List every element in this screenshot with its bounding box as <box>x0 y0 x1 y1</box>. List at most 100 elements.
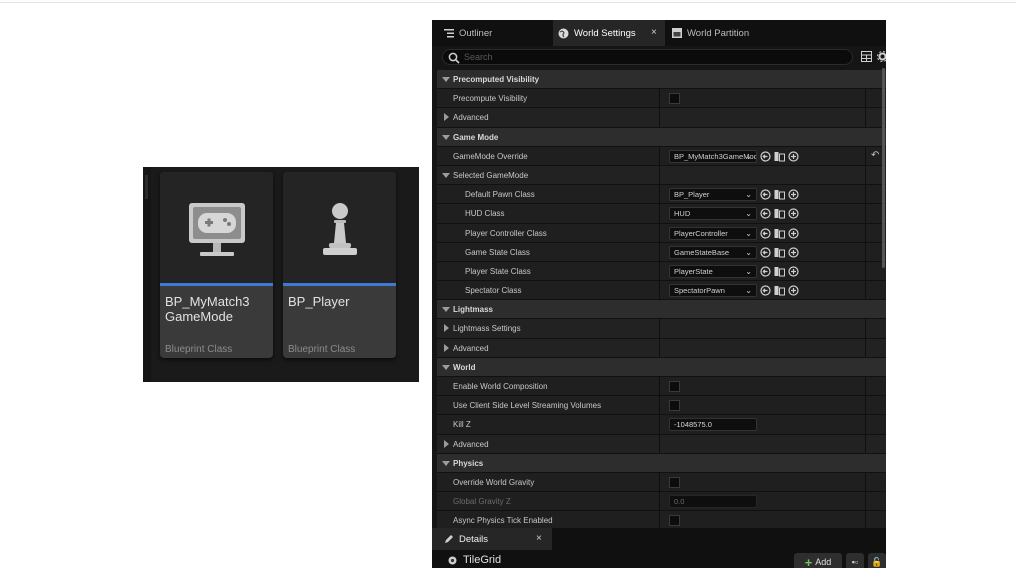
asset-type-bar <box>160 283 273 286</box>
property-default-pawn-class: Default Pawn Class BP_Player ⌄ <box>437 185 886 205</box>
add-new-icon[interactable] <box>788 247 799 258</box>
add-component-button[interactable]: + Add <box>794 553 842 568</box>
add-new-icon[interactable] <box>788 208 799 219</box>
add-new-icon[interactable] <box>788 151 799 162</box>
category-lightmass[interactable]: Lightmass <box>437 300 886 320</box>
asset-tile-bp-mymatch3-gamemode[interactable]: BP_MyMatch3 GameMode Blueprint Class <box>160 172 273 358</box>
tab-label: Outliner <box>459 27 493 39</box>
dropdown-value: SpectatorPawn <box>674 286 725 296</box>
expand-arrow-icon <box>444 324 449 333</box>
property-label: Kill Z <box>453 420 471 430</box>
search-input[interactable]: Search <box>442 49 853 65</box>
use-selected-icon[interactable] <box>760 227 771 239</box>
property-actions <box>760 227 799 240</box>
game-state-dropdown[interactable]: GameStateBase ⌄ <box>669 245 757 259</box>
hud-class-dropdown[interactable]: HUD ⌄ <box>669 207 757 221</box>
use-client-side-checkbox[interactable] <box>669 400 680 412</box>
browse-folder-icon[interactable] <box>774 247 785 258</box>
add-new-icon[interactable] <box>788 189 799 200</box>
chevron-down-icon: ⌄ <box>745 228 752 238</box>
property-global-gravity-z: Global Gravity Z 0.0 <box>437 492 886 512</box>
close-icon[interactable]: × <box>651 27 657 38</box>
player-state-dropdown[interactable]: PlayerState ⌄ <box>669 264 757 278</box>
use-selected-icon[interactable] <box>760 151 771 162</box>
add-new-icon[interactable] <box>788 227 799 239</box>
add-new-icon[interactable] <box>788 285 799 296</box>
blueprint-button[interactable]: ▪▫ <box>846 553 864 568</box>
use-selected-icon[interactable] <box>760 266 771 277</box>
property-label: Player State Class <box>465 266 531 276</box>
property-label: Override World Gravity <box>453 477 535 487</box>
dropdown-value: BP_Player <box>674 190 710 200</box>
property-grid: Precomputed Visibility Precompute Visibi… <box>437 70 886 531</box>
category-label: Precomputed Visibility <box>453 75 540 84</box>
use-selected-icon[interactable] <box>760 247 771 258</box>
precompute-visibility-checkbox[interactable] <box>669 93 680 105</box>
property-label: Game State Class <box>465 247 530 257</box>
default-pawn-dropdown[interactable]: BP_Player ⌄ <box>669 188 757 202</box>
category-label: Game Mode <box>453 132 499 142</box>
browse-folder-icon[interactable] <box>774 266 785 277</box>
category-game-mode[interactable]: Game Mode <box>437 127 886 147</box>
property-label: GameMode Override <box>453 151 528 161</box>
group-selected-gamemode[interactable]: Selected GameMode <box>437 165 886 186</box>
chevron-down-icon: ⌄ <box>745 209 752 219</box>
browse-folder-icon[interactable] <box>774 189 785 200</box>
expand-arrow-icon <box>444 343 449 352</box>
use-selected-icon[interactable] <box>760 208 771 219</box>
property-spectator-class: Spectator Class SpectatorPawn ⌄ <box>437 281 886 301</box>
add-new-icon[interactable] <box>788 266 799 277</box>
expand-arrow-icon <box>444 439 449 448</box>
tab-world-settings[interactable]: World Settings <box>553 20 665 46</box>
group-advanced[interactable]: Advanced <box>437 108 886 128</box>
category-world[interactable]: World <box>437 357 886 377</box>
enable-world-composition-checkbox[interactable] <box>669 381 680 392</box>
property-actions <box>760 188 799 201</box>
category-label: Physics <box>453 458 484 468</box>
property-label: Async Physics Tick Enabled <box>453 516 553 526</box>
property-actions <box>760 246 799 259</box>
content-browser-edge <box>143 167 151 382</box>
group-advanced[interactable]: Advanced <box>437 338 886 358</box>
group-lightmass-settings[interactable]: Lightmass Settings <box>437 319 886 339</box>
close-icon[interactable]: × <box>536 533 542 544</box>
use-selected-icon[interactable] <box>760 285 771 296</box>
use-selected-icon[interactable] <box>760 189 771 200</box>
pawn-icon <box>323 203 357 255</box>
table-view-icon[interactable] <box>861 51 872 62</box>
group-label: Advanced <box>453 439 489 449</box>
actor-icon <box>448 556 457 564</box>
override-world-gravity-checkbox[interactable] <box>669 476 680 488</box>
property-actions <box>760 284 799 297</box>
asset-tile-bp-player[interactable]: BP_Player Blueprint Class <box>283 172 396 358</box>
category-physics[interactable]: Physics <box>437 453 886 473</box>
browse-folder-icon[interactable] <box>774 208 785 219</box>
property-label: Enable World Composition <box>453 382 548 391</box>
gear-icon[interactable] <box>877 51 886 62</box>
browse-folder-icon[interactable] <box>774 228 785 239</box>
category-precomputed-visibility[interactable]: Precomputed Visibility <box>437 70 886 90</box>
browse-folder-icon[interactable] <box>774 285 785 296</box>
group-label: Selected GameMode <box>453 170 529 180</box>
tab-world-partition[interactable]: World Partition <box>666 20 786 46</box>
tab-outliner[interactable]: Outliner <box>438 20 556 46</box>
group-label: Lightmass Settings <box>453 324 521 334</box>
lock-icon[interactable]: 🔓 <box>868 553 886 568</box>
pencil-icon <box>445 535 453 543</box>
player-controller-dropdown[interactable]: PlayerController ⌄ <box>669 226 757 240</box>
tab-details[interactable]: Details <box>432 528 552 550</box>
group-advanced[interactable]: Advanced <box>437 434 886 454</box>
property-kill-z: Kill Z -1048575.0 <box>437 415 886 435</box>
property-label: Use Client Side Level Streaming Volumes <box>453 401 602 411</box>
global-gravity-z-field: 0.0 <box>669 495 757 509</box>
gamemode-override-dropdown[interactable]: BP_MyMatch3GameMode ⌄ <box>669 149 757 163</box>
tab-label: World Partition <box>687 27 750 39</box>
reset-to-default-icon[interactable]: ↶ <box>871 150 879 161</box>
spectator-class-dropdown[interactable]: SpectatorPawn ⌄ <box>669 284 757 298</box>
scrollbar[interactable] <box>882 68 885 268</box>
property-actions <box>760 265 799 278</box>
browse-folder-icon[interactable] <box>774 151 785 162</box>
async-physics-checkbox[interactable] <box>669 515 680 527</box>
dropdown-value: PlayerState <box>674 266 713 276</box>
kill-z-field[interactable]: -1048575.0 <box>669 418 757 432</box>
